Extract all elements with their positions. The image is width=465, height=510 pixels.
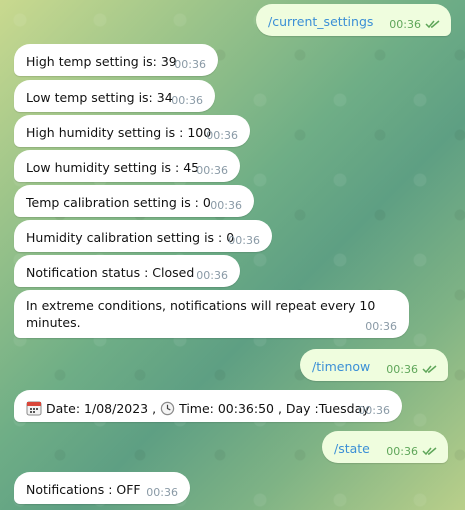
message-text: /timenow [312, 359, 371, 374]
message-notifications-off[interactable]: Notifications : OFF 00:36 [14, 472, 190, 504]
message-current-settings-command[interactable]: /current_settings 00:36 [256, 4, 451, 36]
message-time: 00:36 [386, 363, 418, 376]
message-time: 00:36 [210, 199, 242, 212]
message-text: Notification status : Closed [26, 265, 195, 280]
clock-icon [160, 401, 175, 416]
message-time: 00:36 [171, 94, 203, 107]
message-time: 00:36 [358, 404, 390, 417]
message-time: 00:36 [365, 320, 397, 333]
message-text: Date: 1/08/2023 , Time: 00:36:50 , Day :… [26, 400, 370, 416]
message-time: 00:36 [228, 234, 260, 247]
message-text: Low humidity setting is : 45 [26, 160, 200, 175]
message-text: Notifications : OFF [26, 482, 141, 497]
message-text: Humidity calibration setting is : 0 [26, 230, 235, 245]
calendar-icon [26, 401, 42, 416]
message-timenow-command[interactable]: /timenow 00:36 [300, 349, 448, 381]
date-value: Date: 1/08/2023 , [45, 401, 157, 416]
double-check-icon [422, 447, 437, 456]
message-low-temp[interactable]: Low temp setting is: 34 00:36 [14, 80, 215, 112]
message-high-temp[interactable]: High temp setting is: 39 00:36 [14, 44, 218, 76]
message-time: 00:36 [174, 58, 206, 71]
message-text: In extreme conditions, notifications wil… [26, 298, 376, 330]
message-extreme-conditions[interactable]: In extreme conditions, notifications wil… [14, 290, 409, 338]
double-check-icon [425, 20, 440, 29]
time-value: Time: 00:36:50 , Day :Tuesday [179, 401, 370, 416]
message-text: Temp calibration setting is : 0 [26, 195, 211, 210]
chat-message-list[interactable]: /current_settings 00:36 High temp settin… [0, 0, 465, 510]
message-high-humidity[interactable]: High humidity setting is : 100 00:36 [14, 115, 250, 147]
message-notification-status[interactable]: Notification status : Closed 00:36 [14, 255, 240, 287]
message-text: High temp setting is: 39 [26, 54, 177, 69]
message-text: High humidity setting is : 100 [26, 125, 212, 140]
message-low-humidity[interactable]: Low humidity setting is : 45 00:36 [14, 150, 240, 182]
message-state-command[interactable]: /state 00:36 [322, 431, 448, 463]
message-text: Low temp setting is: 34 [26, 90, 173, 105]
message-time: 00:36 [146, 486, 178, 499]
message-temp-calibration[interactable]: Temp calibration setting is : 0 00:36 [14, 185, 254, 217]
message-time: 00:36 [196, 269, 228, 282]
message-date-time[interactable]: Date: 1/08/2023 , Time: 00:36:50 , Day :… [14, 390, 402, 422]
double-check-icon [422, 365, 437, 374]
message-time: 00:36 [386, 445, 418, 458]
message-time: 00:36 [389, 18, 421, 31]
message-text: /current_settings [268, 14, 374, 29]
message-time: 00:36 [206, 129, 238, 142]
message-humidity-calibration[interactable]: Humidity calibration setting is : 0 00:3… [14, 220, 272, 252]
message-text: /state [334, 441, 370, 456]
message-time: 00:36 [196, 164, 228, 177]
